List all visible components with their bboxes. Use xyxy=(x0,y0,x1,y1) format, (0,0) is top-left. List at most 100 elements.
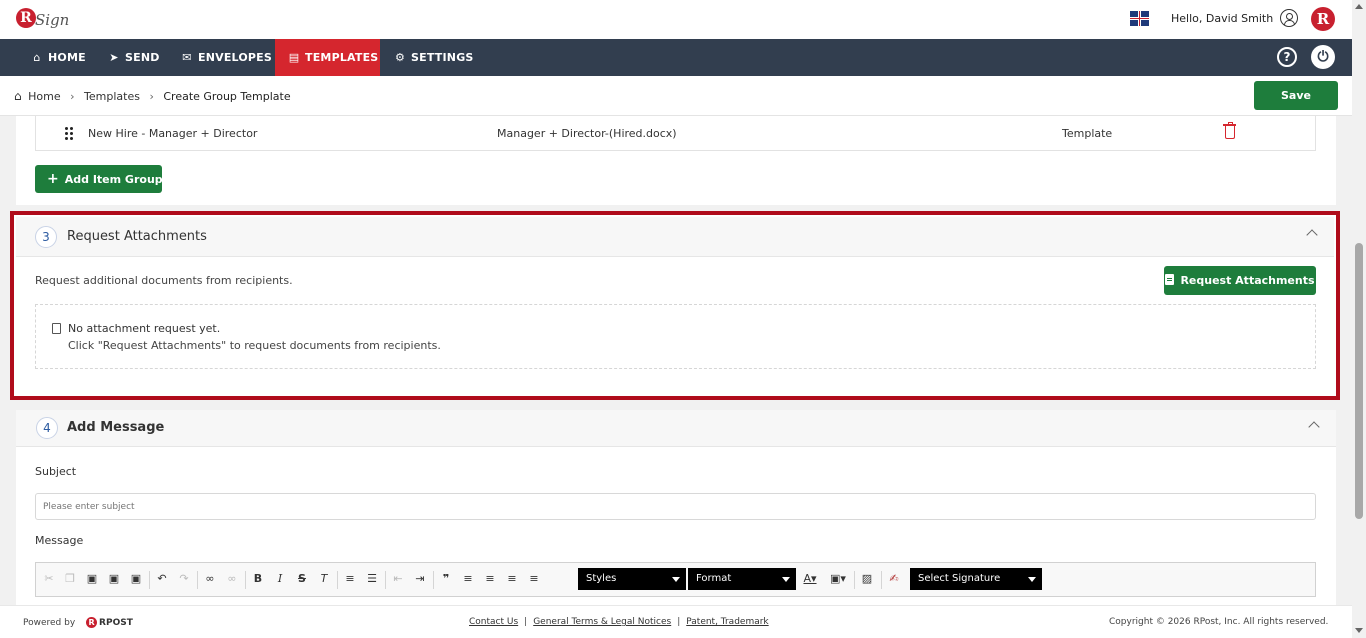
toolbar-divider xyxy=(433,571,434,589)
indent-icon[interactable]: ⇥ xyxy=(412,571,428,587)
nav-settings[interactable]: ⚙ SETTINGS xyxy=(381,39,486,76)
breadcrumb-home[interactable]: Home xyxy=(28,90,60,103)
nav-templates[interactable]: ▤ TEMPLATES xyxy=(275,39,380,76)
user-profile-icon[interactable] xyxy=(1280,9,1298,27)
bulleted-list-icon[interactable]: ☰ xyxy=(364,571,380,587)
align-left-icon[interactable]: ≡ xyxy=(460,571,476,587)
empty-title: No attachment request yet. xyxy=(68,322,221,335)
select-signature-dropdown[interactable]: Select Signature xyxy=(910,568,1042,590)
logo-text: Sign xyxy=(35,11,70,29)
terms-link[interactable]: General Terms & Legal Notices xyxy=(533,617,671,627)
powered-by: Powered by R RPOST xyxy=(23,617,133,628)
rpost-logo[interactable]: R RPOST xyxy=(86,617,133,628)
nav-send-label: SEND xyxy=(125,51,160,64)
breadcrumb-home-icon: ⌂ xyxy=(14,89,22,103)
italic-icon[interactable]: I xyxy=(272,571,288,587)
breadcrumb-separator: › xyxy=(70,90,75,103)
rsign-logo[interactable]: R Sign xyxy=(16,5,72,35)
format-dropdown[interactable]: Format xyxy=(688,568,796,590)
link-icon[interactable]: ∞ xyxy=(202,571,218,587)
copyright: Copyright © 2026 RPost, Inc. All rights … xyxy=(1109,617,1329,627)
item-type: Template xyxy=(1062,127,1113,140)
user-greeting: Hello, David Smith xyxy=(1171,12,1274,25)
item-group-card: New Hire - Manager + Director Manager + … xyxy=(16,116,1336,205)
chevron-up-icon[interactable] xyxy=(1306,229,1318,241)
empty-hint: Click "Request Attachments" to request d… xyxy=(68,339,441,352)
document-icon xyxy=(1165,274,1175,285)
redo-icon[interactable]: ↷ xyxy=(176,571,192,587)
gear-icon: ⚙ xyxy=(394,51,406,64)
blockquote-icon[interactable]: ❞ xyxy=(438,571,454,587)
page-scrollbar[interactable] xyxy=(1352,0,1366,638)
section-description: Request additional documents from recipi… xyxy=(35,274,293,287)
chevron-up-icon[interactable] xyxy=(1308,421,1320,433)
background-color-icon[interactable]: ▣▾ xyxy=(830,571,846,587)
add-item-group-button[interactable]: + Add Item Group xyxy=(35,165,163,193)
rpost-logo-mark: R xyxy=(86,617,98,628)
subject-input[interactable] xyxy=(35,493,1316,520)
subject-label: Subject xyxy=(35,465,77,478)
align-center-icon[interactable]: ≡ xyxy=(482,571,498,587)
toolbar-divider xyxy=(385,571,386,589)
breadcrumb-templates[interactable]: Templates xyxy=(84,90,140,103)
paste-text-icon[interactable]: ▣ xyxy=(106,571,122,587)
toolbar-divider xyxy=(881,571,882,589)
nav-envelopes[interactable]: ✉ ENVELOPES xyxy=(168,39,284,76)
outdent-icon[interactable]: ⇤ xyxy=(390,571,406,587)
table-row: New Hire - Manager + Director Manager + … xyxy=(35,116,1316,151)
image-icon[interactable]: ▨ xyxy=(859,571,875,587)
nav-home[interactable]: ⌂ HOME xyxy=(18,39,98,76)
nav-home-label: HOME xyxy=(48,51,86,64)
undo-icon[interactable]: ↶ xyxy=(154,571,170,587)
link-separator: | xyxy=(677,617,681,627)
section-header[interactable]: 4 Add Message xyxy=(16,410,1336,447)
scroll-up-arrow-icon[interactable] xyxy=(1355,4,1363,9)
paste-icon[interactable]: ▣ xyxy=(84,571,100,587)
paste-word-icon[interactable]: ▣ xyxy=(128,571,144,587)
section-header[interactable]: 3 Request Attachments xyxy=(16,217,1334,257)
breadcrumb-current: Create Group Template xyxy=(163,90,291,103)
patent-link[interactable]: Patent, Trademark xyxy=(686,617,768,627)
drag-handle-icon[interactable] xyxy=(65,127,74,140)
editor-toolbar: ✂ ❐ ▣ ▣ ▣ ↶ ↷ ∞ ∞ B I S T ≡ ☰ ⇤ ⇥ ❞ ≡ ≡ … xyxy=(35,562,1316,597)
home-icon: ⌂ xyxy=(33,51,41,64)
unlink-icon[interactable]: ∞ xyxy=(224,571,240,587)
toolbar-divider xyxy=(337,571,338,589)
brand-avatar[interactable]: R xyxy=(1311,7,1335,31)
toolbar-divider xyxy=(245,571,246,589)
help-icon[interactable]: ? xyxy=(1277,47,1297,67)
justify-icon[interactable]: ≡ xyxy=(526,571,542,587)
power-icon[interactable]: ⏻ xyxy=(1311,45,1335,69)
align-right-icon[interactable]: ≡ xyxy=(504,571,520,587)
request-attachments-button[interactable]: Request Attachments xyxy=(1164,266,1316,295)
logo-r-mark: R xyxy=(16,8,36,28)
cut-icon[interactable]: ✂ xyxy=(41,571,57,587)
scroll-thumb[interactable] xyxy=(1355,243,1363,519)
contact-us-link[interactable]: Contact Us xyxy=(469,617,518,627)
text-color-icon[interactable]: A▾ xyxy=(802,571,818,587)
request-attachments-section: 3 Request Attachments Request additional… xyxy=(10,211,1340,400)
nav-send[interactable]: ➤ SEND xyxy=(95,39,172,76)
numbered-list-icon[interactable]: ≡ xyxy=(342,571,358,587)
copy-icon[interactable]: ❐ xyxy=(62,571,78,587)
main-nav: ⌂ HOME ➤ SEND ✉ ENVELOPES ▤ TEMPLATES ⚙ SETTI… xyxy=(0,39,1352,76)
add-item-group-label: Add Item Group xyxy=(64,173,163,186)
trash-icon[interactable] xyxy=(1223,122,1236,139)
remove-format-icon[interactable]: T xyxy=(316,571,332,587)
link-separator: | xyxy=(524,617,528,627)
chevron-down-icon xyxy=(672,577,680,582)
section-title: Request Attachments xyxy=(67,229,207,244)
toolbar-divider xyxy=(149,571,150,589)
language-flag-icon[interactable] xyxy=(1130,11,1149,26)
bold-icon[interactable]: B xyxy=(250,571,266,587)
send-icon: ➤ xyxy=(109,51,119,64)
plus-icon: + xyxy=(47,171,59,187)
scroll-down-arrow-icon[interactable] xyxy=(1355,628,1363,633)
save-button[interactable]: Save xyxy=(1254,81,1338,110)
styles-dropdown[interactable]: Styles xyxy=(578,568,686,590)
nav-templates-label: TEMPLATES xyxy=(305,51,379,64)
nav-settings-label: SETTINGS xyxy=(411,51,474,64)
footer: Powered by R RPOST Contact Us | General Ter… xyxy=(0,605,1352,638)
signature-icon[interactable]: ✍ xyxy=(886,571,902,587)
strikethrough-icon[interactable]: S xyxy=(294,571,310,587)
